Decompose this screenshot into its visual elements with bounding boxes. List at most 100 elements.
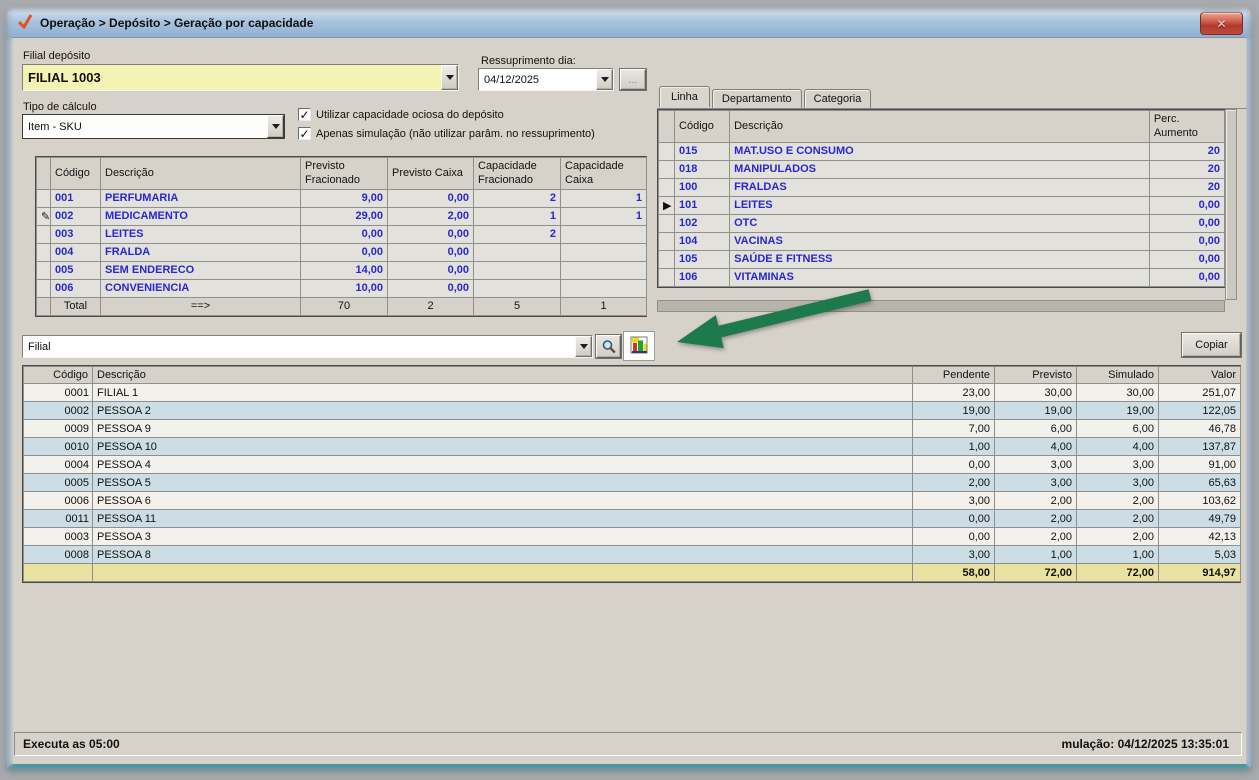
- result-cell-simulado[interactable]: 6,00: [1076, 419, 1159, 439]
- capacity-cell-previsto-caixa[interactable]: 0,00: [387, 224, 474, 244]
- result-cell-simulado[interactable]: 3,00: [1076, 455, 1159, 475]
- row-selector-cell[interactable]: [657, 231, 676, 251]
- result-cell-simulado[interactable]: 1,00: [1076, 545, 1159, 565]
- linha-cell-descricao[interactable]: SAÚDE E FITNESS: [729, 249, 1150, 269]
- result-cell-simulado[interactable]: 30,00: [1076, 383, 1159, 403]
- linha-cell-descricao[interactable]: MANIPULADOS: [729, 159, 1150, 179]
- row-selector-cell[interactable]: [657, 267, 676, 287]
- ressuprimento-date-combo[interactable]: 04/12/2025: [478, 68, 614, 91]
- group-by-combo[interactable]: Filial: [22, 335, 593, 358]
- row-selector-cell[interactable]: [36, 188, 51, 208]
- row-selector-cell[interactable]: [657, 213, 676, 233]
- capacity-cell-previsto-fracionado[interactable]: 0,00: [300, 242, 388, 262]
- linha-cell-descricao[interactable]: VACINAS: [729, 231, 1150, 251]
- tipo-calculo-combo[interactable]: Item - SKU: [22, 114, 285, 139]
- filial-deposito-dropdown-icon[interactable]: [441, 65, 458, 90]
- result-cell-simulado[interactable]: 2,00: [1076, 527, 1159, 547]
- result-cell-descricao[interactable]: PESSOA 2: [92, 401, 913, 421]
- result-cell-valor[interactable]: 65,63: [1158, 473, 1241, 493]
- capacity-cell-capacidade-fracionado[interactable]: [473, 278, 561, 298]
- linha-cell-codigo[interactable]: 105: [674, 249, 731, 269]
- chart-button[interactable]: [623, 331, 655, 361]
- capacity-cell-descricao[interactable]: SEM ENDERECO: [100, 260, 301, 280]
- linha-cell-codigo[interactable]: 104: [674, 231, 731, 251]
- result-cell-codigo[interactable]: 0005: [23, 473, 93, 493]
- linha-cell-descricao[interactable]: OTC: [729, 213, 1150, 233]
- result-cell-valor[interactable]: 137,87: [1158, 437, 1241, 457]
- capacity-cell-capacidade-fracionado[interactable]: 2: [473, 188, 561, 208]
- linha-cell-descricao[interactable]: VITAMINAS: [729, 267, 1150, 287]
- row-selector-cell[interactable]: [36, 242, 51, 262]
- result-cell-descricao[interactable]: PESSOA 11: [92, 509, 913, 529]
- capacity-cell-capacidade-caixa[interactable]: [560, 260, 647, 280]
- capacity-cell-capacidade-caixa[interactable]: 1: [560, 206, 647, 226]
- capacity-cell-codigo[interactable]: 001: [50, 188, 101, 208]
- row-selector-cell[interactable]: [657, 177, 676, 197]
- result-cell-previsto[interactable]: 3,00: [994, 455, 1077, 475]
- result-cell-pendente[interactable]: 0,00: [912, 455, 995, 475]
- result-cell-previsto[interactable]: 6,00: [994, 419, 1077, 439]
- linha-cell-perc-aumento[interactable]: 0,00: [1148, 213, 1226, 233]
- edit-pencil-icon[interactable]: ✎: [36, 206, 51, 226]
- result-cell-pendente[interactable]: 3,00: [912, 491, 995, 511]
- result-cell-pendente[interactable]: 1,00: [912, 437, 995, 457]
- result-cell-pendente[interactable]: 2,00: [912, 473, 995, 493]
- ressuprimento-date-value[interactable]: 04/12/2025: [479, 69, 596, 90]
- result-cell-previsto[interactable]: 30,00: [994, 383, 1077, 403]
- capacity-cell-codigo[interactable]: 006: [50, 278, 101, 298]
- result-cell-previsto[interactable]: 2,00: [994, 491, 1077, 511]
- result-cell-valor[interactable]: 91,00: [1158, 455, 1241, 475]
- linha-cell-perc-aumento[interactable]: 0,00: [1148, 195, 1226, 215]
- titlebar[interactable]: Operação > Depósito > Geração por capaci…: [7, 9, 1251, 38]
- capacity-cell-previsto-fracionado[interactable]: 14,00: [300, 260, 388, 280]
- result-cell-descricao[interactable]: PESSOA 8: [92, 545, 913, 565]
- linha-cell-codigo[interactable]: 101: [674, 195, 731, 215]
- capacity-cell-previsto-caixa[interactable]: 0,00: [387, 188, 474, 208]
- result-cell-pendente[interactable]: 23,00: [912, 383, 995, 403]
- linha-cell-perc-aumento[interactable]: 0,00: [1148, 249, 1226, 269]
- result-cell-codigo[interactable]: 0008: [23, 545, 93, 565]
- capacity-cell-codigo[interactable]: 005: [50, 260, 101, 280]
- row-selector-cell[interactable]: [657, 249, 676, 269]
- row-selector-cell[interactable]: [36, 278, 51, 298]
- linha-cell-perc-aumento[interactable]: 20: [1148, 159, 1226, 179]
- result-cell-valor[interactable]: 5,03: [1158, 545, 1241, 565]
- linha-cell-perc-aumento[interactable]: 0,00: [1148, 231, 1226, 251]
- search-button[interactable]: [596, 335, 621, 358]
- capacity-cell-previsto-fracionado[interactable]: 9,00: [300, 188, 388, 208]
- result-cell-pendente[interactable]: 7,00: [912, 419, 995, 439]
- linha-cell-codigo[interactable]: 018: [674, 159, 731, 179]
- copy-button[interactable]: Copiar: [1182, 333, 1241, 357]
- result-cell-simulado[interactable]: 3,00: [1076, 473, 1159, 493]
- result-cell-valor[interactable]: 122,05: [1158, 401, 1241, 421]
- result-cell-previsto[interactable]: 4,00: [994, 437, 1077, 457]
- result-cell-descricao[interactable]: PESSOA 5: [92, 473, 913, 493]
- group-by-dropdown-icon[interactable]: [575, 336, 592, 357]
- tab-linha[interactable]: Linha: [659, 86, 710, 107]
- capacity-cell-descricao[interactable]: LEITES: [100, 224, 301, 244]
- result-cell-previsto[interactable]: 2,00: [994, 509, 1077, 529]
- row-selector-cell[interactable]: [36, 224, 51, 244]
- capacity-cell-descricao[interactable]: PERFUMARIA: [100, 188, 301, 208]
- result-cell-previsto[interactable]: 3,00: [994, 473, 1077, 493]
- capacity-cell-descricao[interactable]: CONVENIENCIA: [100, 278, 301, 298]
- capacity-cell-previsto-caixa[interactable]: 0,00: [387, 242, 474, 262]
- linha-cell-perc-aumento[interactable]: 20: [1148, 177, 1226, 197]
- result-cell-valor[interactable]: 103,62: [1158, 491, 1241, 511]
- capacity-cell-descricao[interactable]: FRALDA: [100, 242, 301, 262]
- linha-cell-codigo[interactable]: 106: [674, 267, 731, 287]
- capacity-cell-capacidade-caixa[interactable]: 1: [560, 188, 647, 208]
- filial-deposito-value[interactable]: FILIAL 1003: [23, 65, 441, 90]
- capacity-cell-previsto-caixa[interactable]: 0,00: [387, 260, 474, 280]
- capacity-cell-codigo[interactable]: 002: [50, 206, 101, 226]
- capacity-cell-capacidade-caixa[interactable]: [560, 224, 647, 244]
- result-cell-codigo[interactable]: 0001: [23, 383, 93, 403]
- result-cell-valor[interactable]: 49,79: [1158, 509, 1241, 529]
- capacity-cell-codigo[interactable]: 003: [50, 224, 101, 244]
- linha-cell-codigo[interactable]: 100: [674, 177, 731, 197]
- capacity-cell-previsto-caixa[interactable]: 2,00: [387, 206, 474, 226]
- capacity-cell-descricao[interactable]: MEDICAMENTO: [100, 206, 301, 226]
- current-row-pointer-icon[interactable]: ▶: [657, 195, 676, 215]
- result-cell-pendente[interactable]: 0,00: [912, 509, 995, 529]
- result-cell-descricao[interactable]: FILIAL 1: [92, 383, 913, 403]
